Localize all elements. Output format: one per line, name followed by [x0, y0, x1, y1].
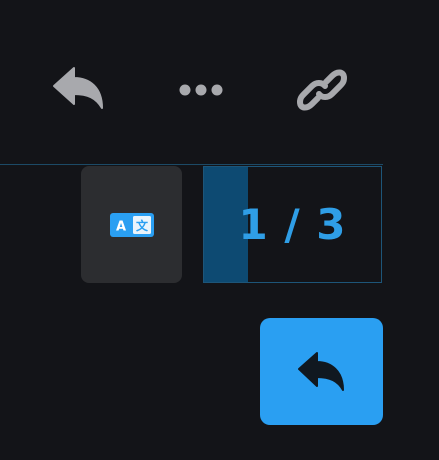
translate-badge-left: A	[115, 219, 125, 234]
more-icon[interactable]	[178, 82, 224, 98]
reply-button[interactable]	[260, 318, 383, 425]
translate-badge-right: 文	[135, 218, 148, 233]
page-counter: 1 / 3	[203, 166, 382, 283]
reply-icon[interactable]	[50, 64, 108, 114]
translate-button[interactable]: A 文	[81, 166, 182, 283]
translate-icon: A 文	[109, 212, 154, 237]
page-counter-text: 1 / 3	[238, 200, 347, 249]
link-icon[interactable]	[296, 68, 348, 112]
divider	[0, 164, 383, 165]
reply-icon	[297, 351, 344, 391]
